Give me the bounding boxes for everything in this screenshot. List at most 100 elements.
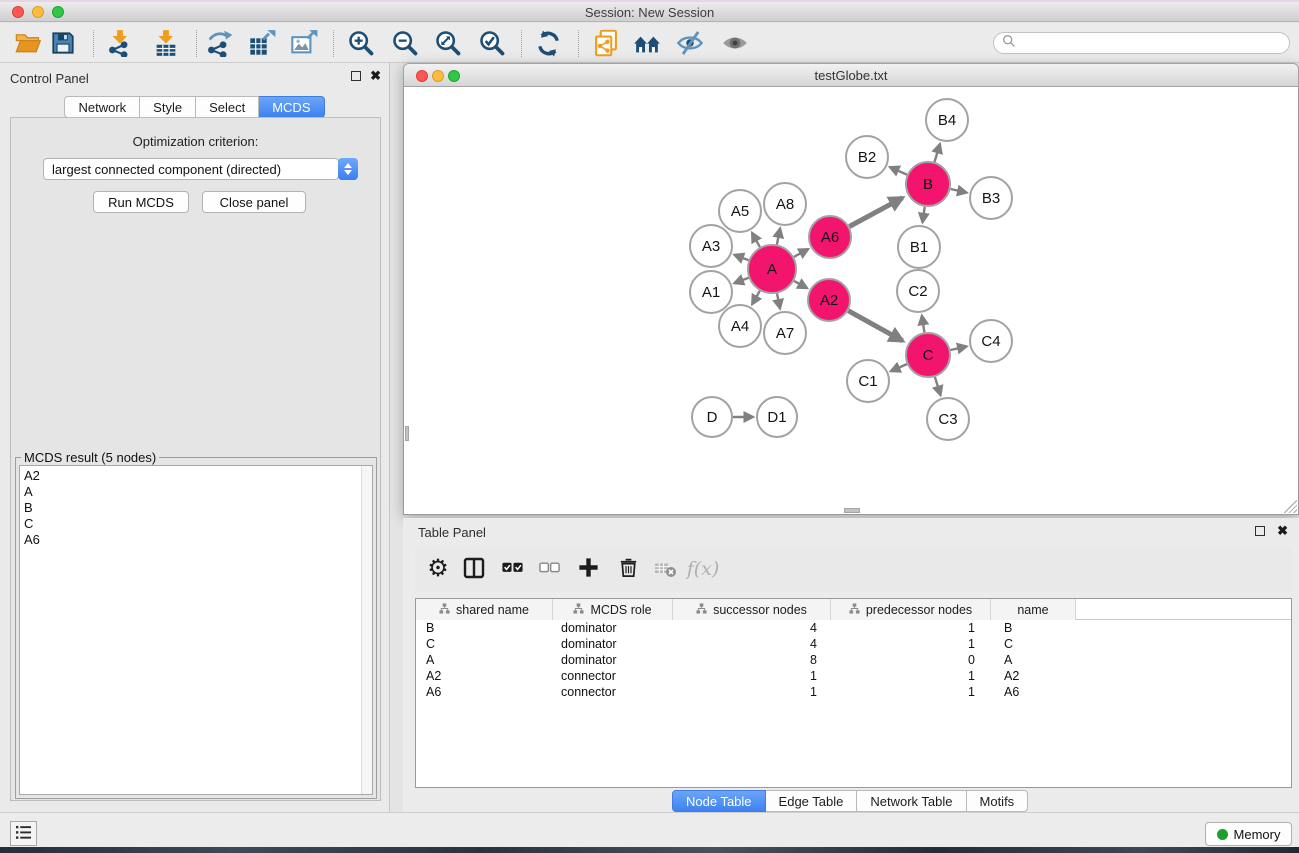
zoom-in-button[interactable]: [344, 26, 378, 60]
clone-network-button[interactable]: [589, 26, 623, 60]
column-header-predecessor-nodes[interactable]: predecessor nodes: [831, 599, 991, 620]
graph-edge-A-A5[interactable]: [752, 233, 760, 247]
open-session-button[interactable]: [11, 26, 45, 60]
graph-node-C1[interactable]: C1: [847, 360, 889, 402]
cell-name[interactable]: A6: [991, 684, 1076, 700]
cell-name[interactable]: A2: [991, 668, 1076, 684]
cell-predecessor_nodes[interactable]: 1: [831, 684, 991, 700]
criterion-select[interactable]: largest connected component (directed): [43, 158, 339, 180]
export-network-button[interactable]: [202, 26, 236, 60]
cell-name[interactable]: B: [991, 620, 1076, 636]
cell-shared_name[interactable]: B: [416, 620, 553, 636]
cell-successor_nodes[interactable]: 4: [673, 620, 831, 636]
column-header-MCDS-role[interactable]: MCDS role: [553, 599, 673, 620]
table-row[interactable]: Bdominator41B: [416, 620, 1291, 636]
cell-shared_name[interactable]: A2: [416, 668, 553, 684]
graph-node-B2[interactable]: B2: [846, 136, 888, 178]
cell-name[interactable]: C: [991, 636, 1076, 652]
graph-edge-C-C3[interactable]: [935, 377, 941, 395]
graph-node-C[interactable]: C: [906, 333, 950, 377]
cell-predecessor_nodes[interactable]: 1: [831, 668, 991, 684]
graph-node-C2[interactable]: C2: [897, 270, 939, 312]
graph-edge-B-B1[interactable]: [923, 207, 925, 223]
import-network-button[interactable]: [103, 26, 137, 60]
graph-node-A6[interactable]: A6: [809, 216, 851, 258]
graph-edge-B-B4[interactable]: [935, 144, 940, 162]
table-row[interactable]: A2connector11A2: [416, 668, 1291, 684]
cell-predecessor_nodes[interactable]: 1: [831, 620, 991, 636]
tab-node-table[interactable]: Node Table: [672, 790, 766, 812]
tab-motifs[interactable]: Motifs: [967, 790, 1029, 812]
memory-button[interactable]: Memory: [1205, 822, 1292, 846]
close-table-panel-icon[interactable]: ✖: [1277, 526, 1288, 536]
search-input[interactable]: [1021, 35, 1281, 52]
close-panel-icon[interactable]: ✖: [370, 71, 381, 81]
zoom-out-button[interactable]: [388, 26, 422, 60]
cell-successor_nodes[interactable]: 1: [673, 684, 831, 700]
table-settings-button[interactable]: ⚙: [422, 553, 454, 585]
graph-edge-A-A3[interactable]: [734, 255, 748, 260]
graph-node-D1[interactable]: D1: [757, 397, 797, 437]
cell-mcds_role[interactable]: dominator: [553, 636, 673, 652]
graph-node-C3[interactable]: C3: [927, 398, 969, 440]
tab-network[interactable]: Network: [64, 96, 140, 118]
cell-shared_name[interactable]: C: [416, 636, 553, 652]
hide-selected-button[interactable]: [673, 26, 707, 60]
tab-network-table[interactable]: Network Table: [857, 790, 966, 812]
cell-predecessor_nodes[interactable]: 0: [831, 652, 991, 668]
graph-edge-A-A4[interactable]: [752, 291, 760, 304]
column-header-shared-name[interactable]: shared name: [416, 599, 553, 620]
cell-shared_name[interactable]: A: [416, 652, 553, 668]
zoom-selected-button[interactable]: [475, 26, 509, 60]
graph-edge-C-C4[interactable]: [951, 346, 967, 350]
create-column-button[interactable]: [572, 553, 604, 585]
graph-node-B3[interactable]: B3: [970, 177, 1012, 219]
result-scrollbar[interactable]: [361, 466, 372, 794]
graph-edge-A-A6[interactable]: [794, 249, 808, 257]
run-mcds-button[interactable]: Run MCDS: [93, 191, 189, 213]
graph-edge-C-C2[interactable]: [922, 316, 925, 333]
graph-edge-B-B2[interactable]: [890, 167, 907, 175]
tab-style[interactable]: Style: [140, 96, 196, 118]
graph-edge-A6-B[interactable]: [849, 198, 902, 227]
table-row[interactable]: Cdominator41C: [416, 636, 1291, 652]
graph-node-D[interactable]: D: [692, 397, 732, 437]
float-panel-icon[interactable]: [351, 71, 361, 81]
close-panel-button[interactable]: Close panel: [202, 191, 306, 213]
mcds-result-item[interactable]: A2: [20, 466, 372, 484]
import-table-button[interactable]: [149, 26, 183, 60]
table-row[interactable]: Adominator80A: [416, 652, 1291, 668]
table-row[interactable]: A6connector11A6: [416, 684, 1291, 700]
first-neighbors-button[interactable]: [630, 26, 664, 60]
mcds-result-item[interactable]: A6: [20, 532, 372, 548]
cell-mcds_role[interactable]: dominator: [553, 620, 673, 636]
graph-node-A1[interactable]: A1: [690, 271, 732, 313]
graph-node-B[interactable]: B: [906, 162, 950, 206]
graph-edge-C-C1[interactable]: [891, 364, 907, 371]
graph-node-B1[interactable]: B1: [898, 226, 940, 268]
column-header-name[interactable]: name: [991, 599, 1076, 620]
float-table-panel-icon[interactable]: [1255, 526, 1265, 536]
cell-mcds_role[interactable]: connector: [553, 684, 673, 700]
tab-edge-table[interactable]: Edge Table: [766, 790, 858, 812]
graph-edge-A-A8[interactable]: [777, 229, 780, 245]
task-history-button[interactable]: [10, 821, 37, 846]
graph-edge-A-A2[interactable]: [794, 281, 807, 288]
canvas-vertical-scroll-thumb[interactable]: [405, 426, 409, 441]
graph-node-C4[interactable]: C4: [970, 320, 1012, 362]
graph-node-A4[interactable]: A4: [719, 305, 761, 347]
resize-grip-icon[interactable]: [1284, 500, 1297, 513]
select-all-columns-button[interactable]: [496, 553, 528, 585]
cell-successor_nodes[interactable]: 4: [673, 636, 831, 652]
cell-mcds_role[interactable]: connector: [553, 668, 673, 684]
graph-edge-B-B3[interactable]: [951, 189, 967, 193]
export-image-button[interactable]: [287, 26, 321, 60]
network-canvas[interactable]: AA1A2A3A4A5A6A7A8BB1B2B3B4CC1C2C3C4DD1: [403, 87, 1299, 515]
deselect-all-columns-button[interactable]: [533, 553, 565, 585]
cell-mcds_role[interactable]: dominator: [553, 652, 673, 668]
delete-columns-button[interactable]: [612, 553, 644, 585]
graph-edge-A-A1[interactable]: [734, 278, 748, 283]
cell-shared_name[interactable]: A6: [416, 684, 553, 700]
canvas-horizontal-scroll-thumb[interactable]: [844, 508, 860, 513]
split-panel-button[interactable]: [458, 553, 490, 585]
